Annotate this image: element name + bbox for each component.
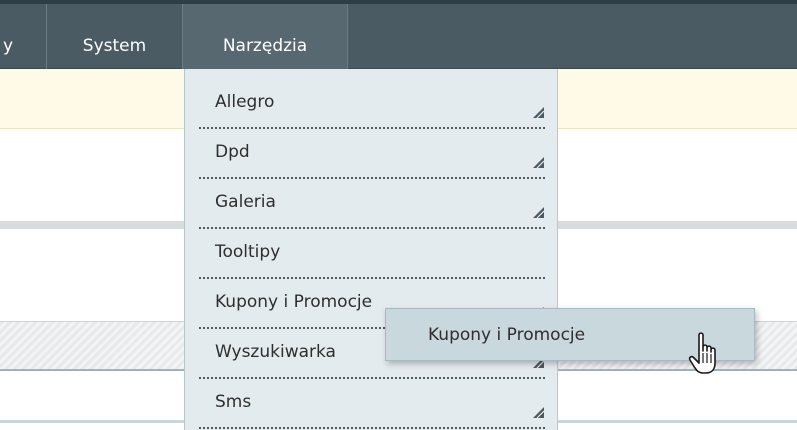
nav-item-system-label: System xyxy=(82,36,147,56)
menu-item-sms-label: Sms xyxy=(215,392,252,412)
nav-item-partial-label: y xyxy=(3,36,14,56)
corner-arrow-icon xyxy=(533,407,545,419)
menu-item-allegro[interactable]: Allegro xyxy=(199,79,545,129)
corner-arrow-icon xyxy=(533,157,545,169)
top-navigation-bar: y System Narzędzia xyxy=(0,0,797,69)
menu-item-galeria-label: Galeria xyxy=(215,192,276,212)
corner-arrow-icon xyxy=(533,207,545,219)
menu-item-galeria[interactable]: Galeria xyxy=(199,179,545,229)
hand-cursor-icon xyxy=(688,332,716,374)
menu-item-wyszukiwarka-label: Wyszukiwarka xyxy=(215,342,336,362)
nav-item-narzedzia-label: Narzędzia xyxy=(222,36,308,56)
menu-item-kupony-label: Kupony i Promocje xyxy=(215,292,373,312)
nav-item-narzedzia[interactable]: Narzędzia xyxy=(183,4,348,69)
tools-dropdown-menu: Allegro Dpd Galeria Tooltipy Kupony i Pr… xyxy=(184,69,558,430)
submenu-item-kupony-label: Kupony i Promocje xyxy=(428,325,586,345)
menu-item-tooltipy-label: Tooltipy xyxy=(215,242,281,262)
menu-item-tooltipy[interactable]: Tooltipy xyxy=(199,229,545,279)
nav-item-partial[interactable]: y xyxy=(0,4,47,69)
menu-item-dpd-label: Dpd xyxy=(215,142,250,162)
menu-item-dpd[interactable]: Dpd xyxy=(199,129,545,179)
corner-arrow-icon xyxy=(533,107,545,119)
menu-item-allegro-label: Allegro xyxy=(215,92,275,112)
menu-item-sms[interactable]: Sms xyxy=(199,379,545,429)
nav-item-system[interactable]: System xyxy=(47,4,183,69)
